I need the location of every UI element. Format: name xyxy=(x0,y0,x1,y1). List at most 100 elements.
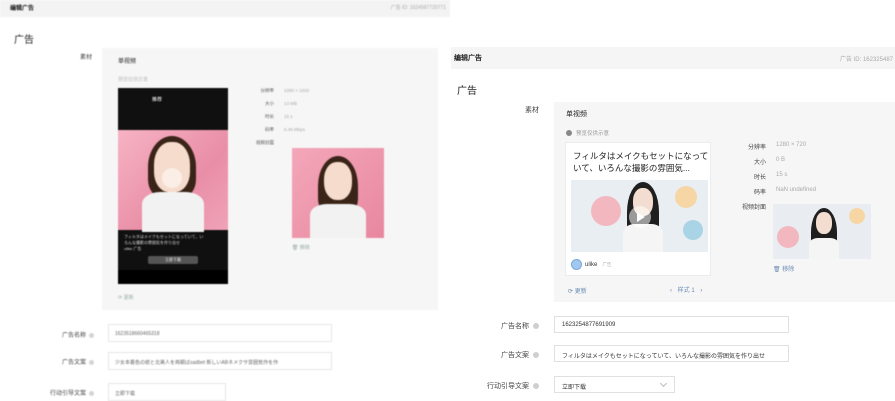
chevron-right-icon[interactable]: › xyxy=(700,288,702,294)
right-ad-id: 广告 ID: 162325487 xyxy=(839,57,893,63)
left-material-type: 单视频 xyxy=(118,59,137,65)
help-circle-icon[interactable] xyxy=(89,332,94,338)
right-name-label-text: 广告名称 xyxy=(501,323,529,330)
right-cta-label: 行动引导文案 xyxy=(459,381,539,391)
deco-circle xyxy=(683,220,703,240)
play-icon[interactable] xyxy=(162,168,182,188)
help-circle-icon[interactable] xyxy=(89,359,94,365)
spec-row: 分辨率 1080 × 1920 xyxy=(252,88,310,101)
spec-key: 码率 xyxy=(753,190,766,196)
help-circle-icon[interactable] xyxy=(533,383,539,389)
left-phone-caption: フィルタはメイクもセットになっていて、いろんな撮影の雰囲気を作り出せ ulike… xyxy=(124,234,204,252)
right-material-label: 素材 xyxy=(459,105,539,115)
spec-row: 大小 0 B xyxy=(722,157,816,172)
spec-key: 分辨率 xyxy=(747,145,766,151)
trash-icon: 🗑 xyxy=(292,245,299,251)
left-phone-body xyxy=(142,192,204,232)
play-icon[interactable] xyxy=(629,206,651,228)
spec-row: 时长 15 s xyxy=(252,114,309,127)
right-header-bar: 编辑广告 广告 ID: 162325487 xyxy=(451,47,895,69)
spec-value: 15 s xyxy=(284,114,293,119)
right-copy-label: 广告文案 xyxy=(459,350,539,360)
left-material-label-text: 素材 xyxy=(79,55,92,61)
right-cover-body xyxy=(809,238,839,259)
help-circle-icon[interactable] xyxy=(89,390,94,396)
spec-row: 码率 NaN undefined xyxy=(722,187,816,202)
trash-icon: 🗑 xyxy=(773,267,781,273)
left-copy-input[interactable]: 少女本着色の絵と北美人を両朝ばsadbet 新しいABネメクサ雰囲気作を作 xyxy=(108,352,332,370)
right-section-title: 广告 xyxy=(457,86,477,97)
right-brand-tag: 广告 xyxy=(602,261,612,267)
right-card-video[interactable] xyxy=(571,180,708,252)
deco-circle xyxy=(675,186,697,208)
left-cta-select[interactable]: 立即下载 xyxy=(108,383,226,401)
left-phone-preview[interactable]: 推荐 フィルタはメイクもセットになっていて、いろんな撮影の雰囲気を作り出せ ul… xyxy=(118,88,228,284)
spec-row: 时长 15 s xyxy=(722,172,816,187)
left-phone-navbar xyxy=(118,270,228,284)
spec-key: 大小 xyxy=(265,101,274,106)
brand-logo-icon xyxy=(571,259,582,270)
left-cta-label-text: 行动引导文案 xyxy=(49,391,86,397)
deco-circle xyxy=(591,196,621,226)
left-name-input[interactable]: 1623518660465318 xyxy=(108,324,332,342)
left-remove-text: 移除 xyxy=(299,245,310,251)
spec-key: 大小 xyxy=(753,160,766,166)
style-label: 样式 1 xyxy=(677,288,695,294)
info-dot-icon xyxy=(566,130,572,136)
right-page-title: 编辑广告 xyxy=(454,55,482,62)
left-page-title: 编辑广告 xyxy=(10,6,35,12)
left-cover-body xyxy=(310,204,366,238)
stage: 编辑广告 广告 ID: 1624587720771 广告 素材 单视频 预览仅供… xyxy=(0,0,895,401)
spec-value: 1280 × 720 xyxy=(776,142,807,148)
right-update-text: 更新 xyxy=(574,289,587,295)
right-copy-label-text: 广告文案 xyxy=(501,352,529,359)
right-video-cover[interactable] xyxy=(773,204,871,259)
right-ad-preview-card[interactable]: フィルタはメイクもセットになっていて、いろんな撮影の雰囲気... ulike 广… xyxy=(565,142,711,276)
left-update-link[interactable]: ⟳ 更新 xyxy=(118,294,134,301)
right-name-label: 广告名称 xyxy=(459,321,539,331)
left-phone-tab: 推荐 xyxy=(152,97,163,103)
spec-value: 6.46 Mbps xyxy=(284,127,306,132)
right-material-label-text: 素材 xyxy=(525,107,539,114)
right-cta-value: 立即下载 xyxy=(562,385,587,391)
refresh-icon: ⟳ xyxy=(118,295,123,301)
left-specs: 分辨率 1080 × 1920 大小 13 MB 时长 15 s 码率 6.46 Mbp… xyxy=(252,88,309,153)
right-video-body xyxy=(623,224,663,252)
spec-value: NaN undefined xyxy=(776,187,817,193)
right-editor-panel: 编辑广告 广告 ID: 162325487 广告 素材 单视频 预览仅供示意 フ… xyxy=(451,47,895,401)
right-copy-input[interactable]: フィルタはメイクもセットになっていて、いろんな撮影の雰囲気を作り出せ xyxy=(554,345,789,362)
spec-value: 0 B xyxy=(776,157,786,163)
help-circle-icon[interactable] xyxy=(533,352,539,358)
right-material-box: 单视频 预览仅供示意 フィルタはメイクもセットになっていて、いろんな撮影の雰囲気… xyxy=(554,102,895,302)
right-material-type: 单视频 xyxy=(566,111,587,118)
left-header-bar: 编辑广告 广告 ID: 1624587720771 xyxy=(0,0,450,17)
help-circle-icon[interactable] xyxy=(533,323,539,329)
left-video-cover[interactable] xyxy=(292,148,384,238)
right-card-text: フィルタはメイクもセットになっていて、いろんな撮影の雰囲気... xyxy=(573,151,709,173)
right-update-link[interactable]: ⟳ 更新 xyxy=(568,286,587,295)
left-ad-id: 广告 ID: 1624587720771 xyxy=(390,5,446,11)
left-section-title: 广告 xyxy=(14,35,34,46)
refresh-icon: ⟳ xyxy=(568,289,574,295)
right-cta-label-text: 行动引导文案 xyxy=(487,383,529,390)
left-editor-panel: 编辑广告 广告 ID: 1624587720771 广告 素材 单视频 预览仅供… xyxy=(0,0,450,401)
left-remove-link[interactable]: 🗑 移除 xyxy=(292,244,310,251)
left-phone-cta-button: 立即下载 xyxy=(148,256,198,264)
right-remove-text: 移除 xyxy=(782,267,795,273)
right-brand-name: ulike xyxy=(585,261,598,268)
right-cover-face xyxy=(816,212,832,234)
right-name-input[interactable]: 1623254877691909 xyxy=(554,316,789,333)
left-material-box: 单视频 预览仅供示意 推荐 フィルタはメイクもセットになっていて、いろんな撮影の… xyxy=(102,48,438,310)
spec-key: 码率 xyxy=(265,127,274,132)
left-cta-label: 行动引导文案 xyxy=(14,388,94,397)
deco-circle xyxy=(777,226,799,248)
right-preview-tip-text: 预览仅供示意 xyxy=(576,131,610,137)
chevron-down-icon[interactable] xyxy=(659,379,668,388)
chevron-left-icon[interactable]: ‹ xyxy=(670,288,672,294)
left-phone-caption-text: フィルタはメイクもセットになっていて、いろんな撮影の雰囲気を作り出せ xyxy=(124,234,204,245)
spec-key: 视频封面 xyxy=(741,205,766,211)
right-cta-select[interactable]: 立即下载 xyxy=(554,376,675,393)
spec-row: 分辨率 1280 × 720 xyxy=(722,142,816,157)
right-remove-link[interactable]: 🗑 移除 xyxy=(773,264,794,273)
deco-circle xyxy=(849,208,865,224)
